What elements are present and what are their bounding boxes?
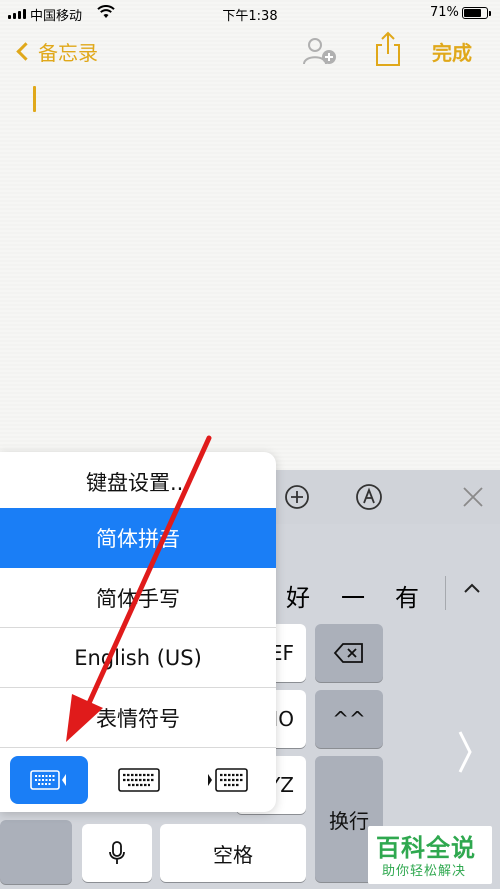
- close-icon[interactable]: [462, 486, 484, 508]
- plus-circle-icon[interactable]: [284, 484, 310, 510]
- menu-item-pinyin[interactable]: 简体拼音: [0, 508, 276, 568]
- done-button[interactable]: 完成: [432, 37, 472, 66]
- share-icon[interactable]: [372, 30, 404, 68]
- candidate-divider: [445, 576, 446, 610]
- keyboard-switch-menu: 键盘设置... 简体拼音 简体手写 English (US) 表情符号: [0, 452, 276, 812]
- delete-key[interactable]: [315, 624, 383, 682]
- microphone-icon: [109, 841, 125, 864]
- key-left-partial[interactable]: [0, 820, 72, 884]
- battery-percent: 71%: [430, 5, 459, 20]
- candidate-word[interactable]: 一: [341, 578, 365, 613]
- note-paper[interactable]: [0, 0, 500, 470]
- menu-item-english[interactable]: English (US): [0, 628, 276, 688]
- keyboard-full-button[interactable]: [100, 756, 178, 804]
- menu-item-emoji[interactable]: 表情符号: [0, 688, 276, 748]
- chevron-right-icon[interactable]: [456, 728, 474, 776]
- battery-icon: [462, 7, 491, 19]
- space-key[interactable]: 空格: [160, 824, 306, 882]
- watermark-subtitle: 助你轻松解决: [382, 864, 467, 879]
- status-bar: 中国移动 下午1:38 71%: [0, 0, 500, 28]
- keyboard-left-button[interactable]: [10, 756, 88, 804]
- add-person-icon[interactable]: [300, 34, 340, 68]
- keyboard-full-icon: [118, 768, 160, 792]
- text-cursor: [33, 86, 36, 112]
- key-caret[interactable]: ^^: [315, 690, 383, 748]
- candidate-word[interactable]: 有: [395, 578, 419, 613]
- menu-item-handwriting[interactable]: 简体手写: [0, 568, 276, 628]
- watermark-title: 百科全说: [376, 834, 476, 862]
- backspace-icon: [333, 643, 363, 663]
- candidate-word[interactable]: 好: [286, 578, 310, 613]
- keyboard-right-icon: [208, 768, 248, 792]
- markup-pen-icon[interactable]: [355, 483, 383, 511]
- dictation-key[interactable]: [82, 824, 152, 882]
- menu-item-keyboard-settings[interactable]: 键盘设置...: [0, 452, 276, 512]
- clock: 下午1:38: [222, 9, 278, 24]
- back-button[interactable]: 备忘录: [14, 36, 98, 66]
- chevron-left-icon: [16, 41, 35, 61]
- chevron-up-icon[interactable]: [462, 580, 482, 596]
- keyboard-left-icon: [30, 770, 66, 790]
- keyboard-right-button[interactable]: [188, 756, 266, 804]
- back-label: 备忘录: [38, 40, 98, 65]
